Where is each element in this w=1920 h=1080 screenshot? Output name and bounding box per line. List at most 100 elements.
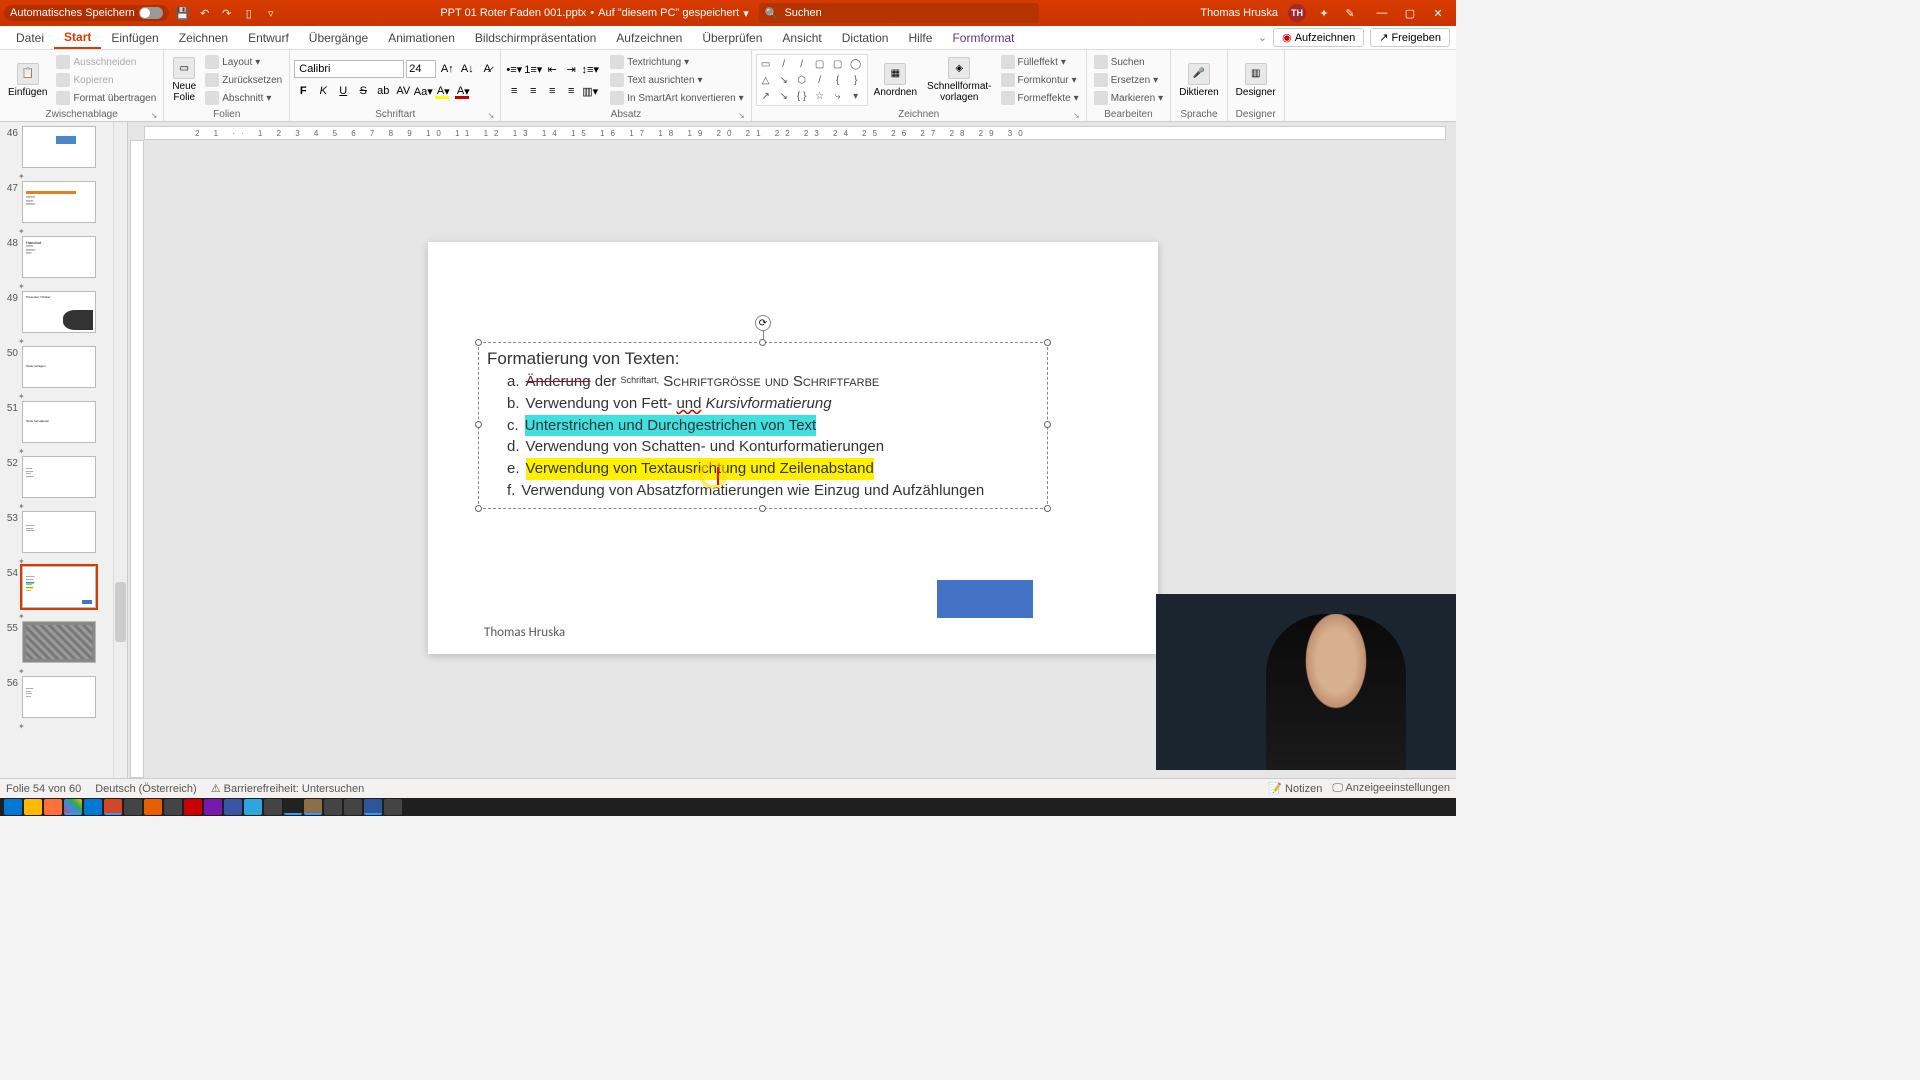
vertical-ruler[interactable] (130, 140, 144, 778)
handle-bm[interactable] (759, 505, 766, 512)
user-name[interactable]: Thomas Hruska (1200, 7, 1278, 19)
effects-button[interactable]: Formeffekte▾ (998, 90, 1082, 106)
strikethrough-button[interactable]: S (354, 82, 372, 100)
recorder-icon[interactable] (304, 799, 322, 815)
slide-title-text[interactable]: Formatierung von Texten: (487, 349, 1039, 369)
thumb-55[interactable]: 55 (0, 621, 127, 663)
autosave-toggle[interactable]: Automatisches Speichern (4, 5, 169, 21)
slide-counter[interactable]: Folie 54 von 60 (6, 783, 81, 795)
tab-animationen[interactable]: Animationen (378, 28, 465, 48)
maximize-button[interactable]: ▢ (1396, 3, 1424, 23)
powerpoint-icon[interactable] (104, 799, 122, 815)
qat-more-icon[interactable]: ▿ (263, 5, 279, 21)
horizontal-ruler[interactable]: 2 1 ·· 1 2 3 4 5 6 7 8 9 10 11 12 13 14 … (144, 126, 1446, 140)
text-direction-button[interactable]: Textrichtung▾ (607, 54, 746, 70)
tab-start[interactable]: Start (54, 27, 101, 49)
section-button[interactable]: Abschnitt▾ (202, 90, 285, 106)
columns-button[interactable]: ▥▾ (581, 82, 599, 100)
numbering-button[interactable]: 1≡▾ (524, 60, 542, 78)
highlight-button[interactable]: A▾ (434, 82, 452, 100)
undo-icon[interactable]: ↶ (197, 5, 213, 21)
new-slide-button[interactable]: ▭Neue Folie (168, 55, 200, 105)
handle-br[interactable] (1044, 505, 1051, 512)
thumbnail-scrollbar[interactable] (113, 122, 127, 788)
slide-footer-text[interactable]: Thomas Hruska (484, 625, 565, 640)
text-frame[interactable]: ⟳ Formatierung von Texten: a.Änderung de… (478, 342, 1048, 509)
font-size-select[interactable] (406, 60, 436, 78)
word-icon[interactable] (364, 799, 382, 815)
toggle-off-icon[interactable] (139, 7, 163, 19)
taskbar[interactable] (0, 798, 1456, 816)
reset-button[interactable]: Zurücksetzen (202, 72, 285, 88)
clear-format-icon[interactable]: A̷ (478, 60, 496, 78)
smartart-button[interactable]: In SmartArt konvertieren▾ (607, 90, 746, 106)
text-und-wavy[interactable]: und (676, 395, 701, 412)
grow-font-icon[interactable]: A↑ (438, 60, 456, 78)
app6-icon[interactable] (344, 799, 362, 815)
case-button[interactable]: Aa▾ (414, 82, 432, 100)
arrange-button[interactable]: ▦Anordnen (870, 61, 921, 100)
save-icon[interactable]: 💾 (175, 5, 191, 21)
tab-ansicht[interactable]: Ansicht (772, 28, 831, 48)
text-anderung[interactable]: Änderung (526, 373, 591, 390)
underline-button[interactable]: U (334, 82, 352, 100)
launcher-icon[interactable]: ↘ (488, 111, 495, 120)
shape-gallery[interactable]: ▭//▢▢◯ △↘⬡/{} ↗↘{ }☆⤷▾ (756, 54, 868, 106)
tab-entwurf[interactable]: Entwurf (238, 28, 299, 48)
select-button[interactable]: Markieren▾ (1091, 90, 1167, 106)
text-der[interactable]: der (595, 373, 617, 390)
app5-icon[interactable] (324, 799, 342, 815)
dictate-button[interactable]: 🎤Diktieren (1175, 61, 1222, 100)
obs-icon[interactable] (284, 799, 302, 815)
dazzle-icon[interactable]: ✦ (1316, 5, 1332, 21)
pen-icon[interactable]: ✎ (1342, 5, 1358, 21)
align-center-button[interactable]: ≡ (524, 82, 542, 100)
start-icon[interactable] (4, 799, 22, 815)
freigeben-button[interactable]: ↗Freigeben (1370, 28, 1450, 47)
indent-right-button[interactable]: ⇥ (562, 60, 580, 78)
italic-button[interactable]: K (314, 82, 332, 100)
tab-ueberpruefen[interactable]: Überprüfen (692, 28, 772, 48)
thumb-54[interactable]: 54━━━━━━━━━━━━━━━━━━━━━━━━━━━━━━━━━━━ (0, 566, 127, 608)
close-button[interactable]: ✕ (1424, 3, 1452, 23)
vlc-icon[interactable] (144, 799, 162, 815)
visio-icon[interactable] (224, 799, 242, 815)
display-settings-button[interactable]: 🖵 Anzeigeeinstellungen (1332, 782, 1450, 795)
aufzeichnen-button[interactable]: ◉Aufzeichnen (1273, 28, 1364, 47)
thumb-53[interactable]: 53━━━━━━━━━━━━━━━━━━━━ (0, 511, 127, 553)
blue-rectangle-shape[interactable] (937, 580, 1033, 618)
align-text-button[interactable]: Text ausrichten▾ (607, 72, 746, 88)
shrink-font-icon[interactable]: A↓ (458, 60, 476, 78)
align-left-button[interactable]: ≡ (505, 82, 523, 100)
accessibility-status[interactable]: ⚠ Barrierefreiheit: Untersuchen (211, 782, 365, 795)
rotate-handle[interactable]: ⟳ (755, 315, 771, 331)
shadow-button[interactable]: ab (374, 82, 392, 100)
slide-editor[interactable]: 2 1 ·· 1 2 3 4 5 6 7 8 9 10 11 12 13 14 … (128, 122, 1456, 788)
chrome-icon[interactable] (64, 799, 82, 815)
thumb-52[interactable]: 52━━━━━━━━━━━━━━━━━━━━━ (0, 456, 127, 498)
tab-datei[interactable]: Datei (6, 28, 54, 48)
tab-uebergaenge[interactable]: Übergänge (299, 28, 378, 48)
app-icon[interactable] (124, 799, 142, 815)
justify-button[interactable]: ≡ (562, 82, 580, 100)
telegram-icon[interactable] (244, 799, 262, 815)
text-schatten[interactable]: Verwendung von Schatten- und Konturforma… (526, 436, 885, 458)
thumb-51[interactable]: 51Texte formatieren (0, 401, 127, 443)
onenote-icon[interactable] (204, 799, 222, 815)
bullets-button[interactable]: •≡▾ (505, 60, 523, 78)
text-kursiv[interactable]: Kursivformatierung (706, 395, 832, 412)
text-smallcaps[interactable]: Schriftgröße und Schriftfarbe (663, 373, 879, 390)
launcher-icon[interactable]: ↘ (151, 111, 158, 120)
handle-tm[interactable] (759, 339, 766, 346)
outline-button[interactable]: Formkontur▾ (998, 72, 1082, 88)
font-family-select[interactable] (294, 60, 404, 78)
notes-button[interactable]: 📝 Notizen (1268, 782, 1322, 795)
app4-icon[interactable] (264, 799, 282, 815)
explorer-icon[interactable] (24, 799, 42, 815)
thumbnail-panel[interactable]: 46✦ 47━━━━━━━━━━━━━━✦ 48Handout━━━━━━━━━… (0, 122, 128, 788)
user-avatar[interactable]: TH (1288, 4, 1306, 22)
align-right-button[interactable]: ≡ (543, 82, 561, 100)
spacing-button[interactable]: AV (394, 82, 412, 100)
app7-icon[interactable] (384, 799, 402, 815)
handle-tl[interactable] (475, 339, 482, 346)
